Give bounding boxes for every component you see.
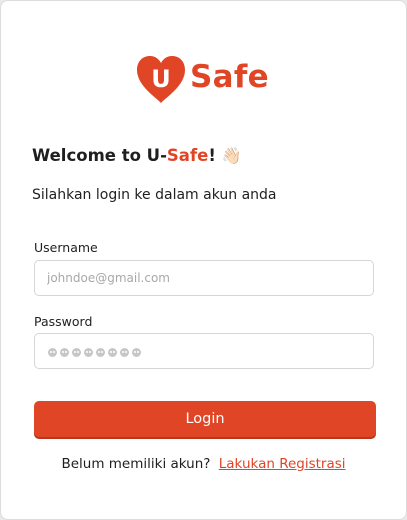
password-mask-dot: [120, 348, 129, 357]
heart-logo-icon: U: [135, 53, 187, 105]
login-subtitle: Silahkan login ke dalam akun anda: [32, 187, 277, 203]
password-mask-dot: [84, 348, 93, 357]
register-prompt: Belum memiliki akun?: [61, 456, 211, 472]
username-label: Username: [34, 240, 98, 255]
username-input[interactable]: [34, 260, 374, 296]
password-label: Password: [34, 314, 93, 329]
welcome-prefix: Welcome to U-: [32, 146, 167, 165]
password-mask-dot: [96, 348, 105, 357]
waving-hand-icon: 👋🏻: [221, 146, 242, 165]
welcome-heading: Welcome to U- Safe ! 👋🏻: [32, 146, 242, 165]
login-card: U Safe Welcome to U- Safe ! 👋🏻 Silahkan …: [0, 0, 407, 520]
register-prompt-row: Belum memiliki akun? Lakukan Registrasi: [1, 456, 406, 472]
password-mask-dot: [132, 348, 141, 357]
welcome-brand: Safe: [166, 146, 209, 165]
password-mask-dot: [108, 348, 117, 357]
logo-letter: U: [151, 65, 171, 93]
password-mask-dot: [48, 348, 57, 357]
logo-text: Safe: [190, 59, 269, 95]
register-link[interactable]: Lakukan Registrasi: [219, 456, 346, 472]
password-mask-dot: [72, 348, 81, 357]
login-button[interactable]: Login: [34, 401, 376, 437]
password-mask-dot: [60, 348, 69, 357]
password-mask: [48, 348, 141, 357]
u-safe-logo: U Safe: [135, 53, 269, 105]
welcome-suffix: !: [208, 146, 216, 165]
